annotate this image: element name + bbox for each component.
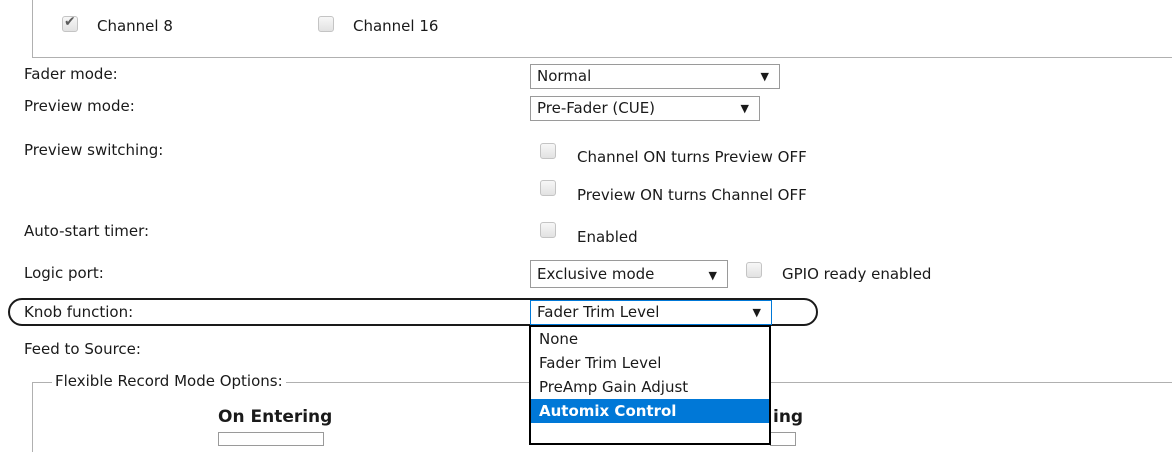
channel-16-label: Channel 16 (353, 17, 439, 35)
dropdown-arrow-icon: ▼ (708, 269, 717, 282)
preview-on-turns-channel-off-checkbox[interactable] (540, 180, 556, 196)
preview-switching-label: Preview switching: (24, 141, 164, 159)
channel-16-checkbox[interactable] (318, 16, 334, 32)
on-entering-select[interactable] (218, 432, 324, 446)
dropdown-arrow-icon: ▼ (760, 70, 769, 83)
knob-function-select[interactable]: Fader Trim Level ▼ (530, 300, 772, 325)
auto-start-enabled-checkbox[interactable] (540, 222, 556, 238)
on-exiting-select[interactable] (770, 432, 796, 446)
option-automix-control[interactable]: Automix Control (531, 399, 769, 423)
dropdown-arrow-icon: ▼ (740, 102, 749, 115)
channel-on-turns-preview-off-checkbox[interactable] (540, 143, 556, 159)
knob-function-dropdown-list: None Fader Trim Level PreAmp Gain Adjust… (529, 325, 771, 445)
dropdown-arrow-icon: ▼ (752, 306, 761, 319)
auto-start-enabled-label: Enabled (577, 228, 638, 246)
fader-mode-label: Fader mode: (24, 65, 118, 83)
knob-function-label: Knob function: (24, 303, 134, 321)
gpio-ready-enabled-label: GPIO ready enabled (782, 265, 932, 283)
fader-mode-select[interactable]: Normal ▼ (530, 64, 780, 89)
channel-8-checkbox[interactable] (62, 14, 78, 32)
logic-port-select[interactable]: Exclusive mode ▼ (530, 260, 728, 288)
on-entering-heading: On Entering (218, 407, 333, 427)
channel-on-turns-preview-off-label: Channel ON turns Preview OFF (577, 148, 807, 166)
logic-port-value: Exclusive mode (537, 265, 655, 283)
option-preamp-gain-adjust[interactable]: PreAmp Gain Adjust (531, 375, 769, 399)
preview-on-turns-channel-off-label: Preview ON turns Channel OFF (577, 186, 807, 204)
preview-mode-label: Preview mode: (24, 97, 135, 115)
option-none[interactable]: None (531, 327, 769, 351)
preview-mode-select[interactable]: Pre-Fader (CUE) ▼ (530, 96, 760, 121)
channels-fieldset (32, 0, 1172, 58)
preview-mode-value: Pre-Fader (CUE) (537, 99, 656, 117)
auto-start-timer-label: Auto-start timer: (24, 222, 150, 240)
channel-8-label: Channel 8 (97, 17, 173, 35)
fader-mode-value: Normal (537, 67, 592, 85)
gpio-ready-enabled-checkbox[interactable] (746, 262, 762, 278)
flexible-record-legend: Flexible Record Mode Options: (52, 372, 286, 390)
logic-port-label: Logic port: (24, 264, 104, 282)
knob-function-value: Fader Trim Level (537, 303, 660, 321)
option-fader-trim-level[interactable]: Fader Trim Level (531, 351, 769, 375)
on-exiting-heading: ing (773, 407, 804, 427)
feed-to-source-label: Feed to Source: (24, 340, 141, 358)
